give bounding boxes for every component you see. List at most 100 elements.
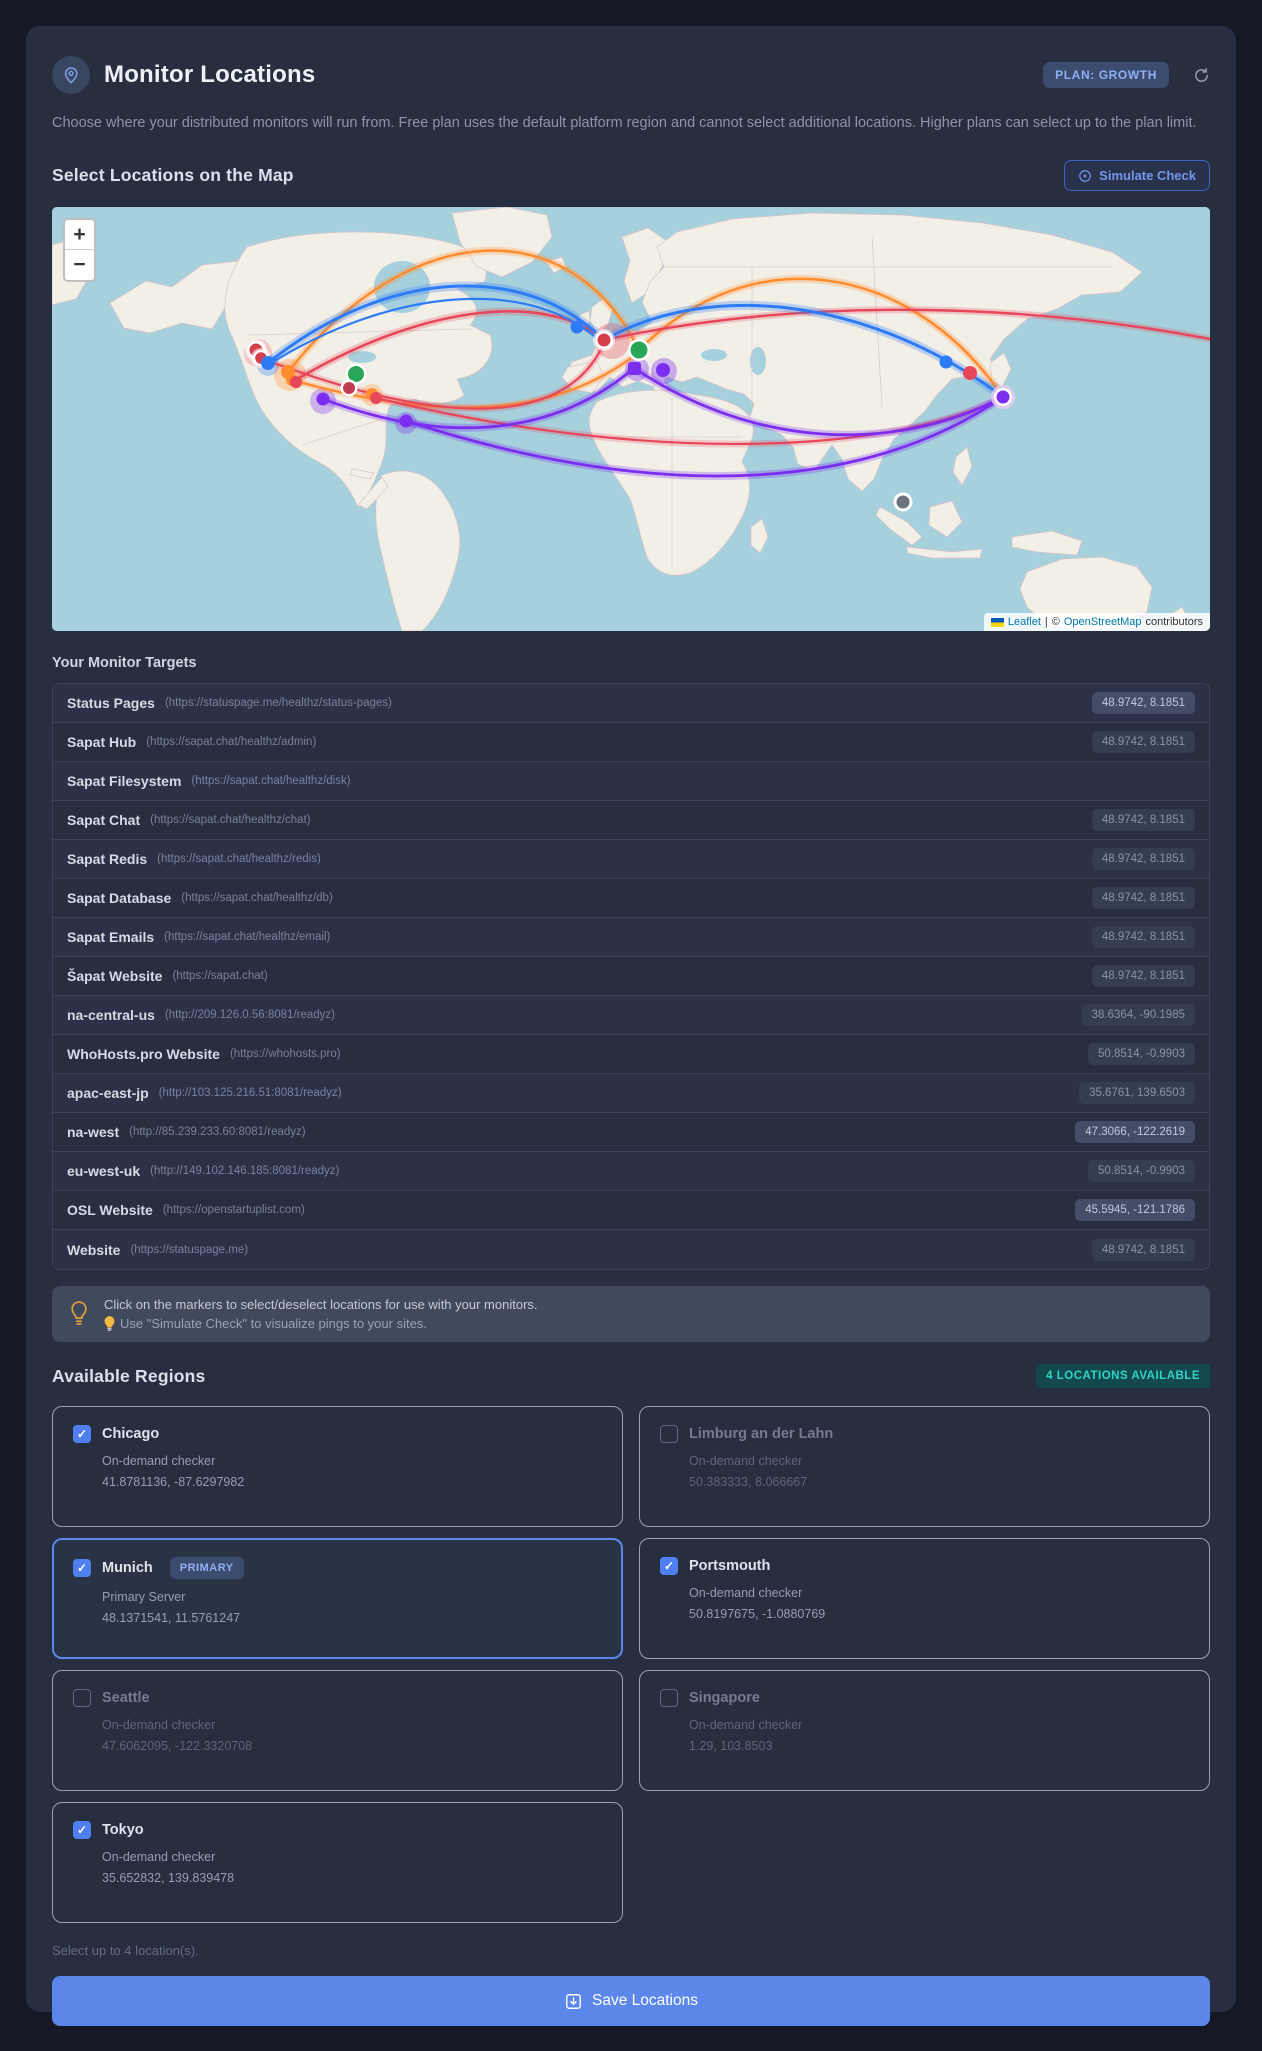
target-name: Sapat Emails: [67, 929, 155, 946]
target-coordinates-badge: 48.9742, 8.1851: [1091, 848, 1195, 871]
marker-munich[interactable]: [628, 339, 650, 362]
map-section-title: Select Locations on the Map: [52, 165, 294, 186]
target-row: apac-east-jp (http://103.125.216.51:8081…: [53, 1074, 1209, 1114]
target-row: Sapat Emails (https://sapat.chat/healthz…: [53, 918, 1209, 958]
region-name: Seattle: [102, 1690, 150, 1707]
bulb-emoji-icon: [104, 1316, 115, 1332]
target-list: Status Pages (https://statuspage.me/heal…: [52, 683, 1210, 1271]
marker-na-west[interactable]: [261, 356, 275, 371]
zoom-in-button[interactable]: +: [65, 220, 94, 251]
region-checkbox[interactable]: ✓: [73, 1425, 91, 1444]
region-card[interactable]: ✓ Munich PRIMARY Primary Server 48.13715…: [52, 1538, 623, 1660]
region-checkbox[interactable]: ✓: [73, 1821, 91, 1840]
marker-red-us[interactable]: [290, 376, 302, 389]
target-url: (http://209.126.0.56:8081/readyz): [164, 1009, 335, 1022]
target-url: (http://85.239.233.60:8081/readyz): [129, 1126, 306, 1139]
marker-singapore[interactable]: [893, 492, 913, 512]
region-checkbox[interactable]: [73, 1689, 91, 1708]
attribution-suffix: contributors: [1145, 616, 1203, 629]
target-name: WhoHosts.pro Website: [67, 1046, 220, 1063]
target-name: Sapat Database: [67, 890, 172, 907]
region-card[interactable]: ✓ Portsmouth On-demand checker 50.819767…: [639, 1538, 1210, 1660]
region-name: Tokyo: [102, 1822, 144, 1839]
target-url: (https://sapat.chat): [172, 970, 268, 983]
header: Monitor Locations PLAN: GROWTH: [52, 56, 1210, 94]
target-coordinates-badge: 48.9742, 8.1851: [1091, 926, 1195, 949]
region-card[interactable]: Limburg an der Lahn On-demand checker 50…: [639, 1406, 1210, 1528]
save-locations-button[interactable]: Save Locations: [52, 1976, 1210, 2027]
target-coordinates-badge: 48.9742, 8.1851: [1091, 731, 1195, 754]
region-name: Chicago: [102, 1426, 160, 1443]
target-url: (https://whohosts.pro): [229, 1048, 341, 1061]
target-url: (https://sapat.chat/healthz/disk): [191, 775, 351, 788]
simulate-check-button[interactable]: Simulate Check: [1064, 160, 1210, 192]
target-coordinates-badge: 48.9742, 8.1851: [1091, 809, 1195, 832]
marker-portsmouth[interactable]: [593, 329, 615, 352]
zoom-out-button[interactable]: −: [65, 250, 94, 281]
marker-blue-atlantic[interactable]: [570, 320, 584, 334]
region-card[interactable]: ✓ Chicago On-demand checker 41.8781136, …: [52, 1406, 623, 1528]
world-map[interactable]: + − Leaflet | © OpenStreetMap contributo…: [52, 207, 1210, 632]
target-row: Sapat Redis (https://sapat.chat/healthz/…: [53, 840, 1209, 880]
region-card[interactable]: Seattle On-demand checker 47.6062095, -1…: [52, 1670, 623, 1792]
target-url: (https://statuspage.me): [130, 1243, 249, 1256]
region-name: Limburg an der Lahn: [689, 1426, 834, 1443]
region-type: On-demand checker: [102, 1454, 216, 1469]
region-name: Portsmouth: [689, 1558, 771, 1575]
marker-purple-eu-2[interactable]: [656, 363, 670, 378]
marker-purple-eu-1[interactable]: [628, 362, 641, 376]
openstreetmap-link[interactable]: OpenStreetMap: [1064, 616, 1142, 628]
tip-line-1: Click on the markers to select/deselect …: [104, 1297, 538, 1313]
tip-box: Click on the markers to select/deselect …: [52, 1286, 1210, 1343]
target-name: Status Pages: [67, 695, 155, 712]
marker-purple-us-2[interactable]: [399, 414, 413, 428]
region-checkbox[interactable]: ✓: [73, 1559, 91, 1578]
attribution-separator: |: [1044, 616, 1048, 629]
marker-tokyo[interactable]: [991, 385, 1015, 410]
ukraine-flag-icon: [990, 617, 1004, 627]
target-coordinates-badge: 35.6761, 139.6503: [1079, 1082, 1195, 1105]
region-type: On-demand checker: [102, 1718, 216, 1733]
selection-limit-note: Select up to 4 location(s).: [52, 1943, 199, 1959]
region-card[interactable]: ✓ Tokyo On-demand checker 35.652832, 139…: [52, 1802, 623, 1924]
target-coordinates-badge: 48.9742, 8.1851: [1091, 965, 1195, 988]
target-name: Sapat Chat: [67, 812, 141, 829]
marker-blue-asia[interactable]: [939, 355, 953, 369]
monitor-locations-panel: Monitor Locations PLAN: GROWTH Choose wh…: [26, 26, 1236, 2027]
location-pin-icon: [52, 56, 90, 94]
page-title: Monitor Locations: [104, 61, 316, 88]
target-url: (https://openstartuplist.com): [162, 1204, 305, 1217]
target-coordinates-badge: 48.9742, 8.1851: [1091, 887, 1195, 910]
target-row: WhoHosts.pro Website (https://whohosts.p…: [53, 1035, 1209, 1075]
marker-purple-us-1[interactable]: [316, 392, 330, 406]
region-checkbox[interactable]: ✓: [660, 1557, 678, 1576]
region-checkbox[interactable]: [660, 1689, 678, 1708]
target-row: Website (https://statuspage.me) 48.9742,…: [53, 1230, 1209, 1270]
region-checkbox[interactable]: [660, 1425, 678, 1444]
region-type: Primary Server: [102, 1590, 186, 1605]
region-type: On-demand checker: [689, 1718, 803, 1733]
target-name: na-central-us: [67, 1007, 155, 1024]
targets-heading: Your Monitor Targets: [52, 655, 197, 672]
target-url: (https://sapat.chat/healthz/db): [181, 892, 333, 905]
marker-na-central[interactable]: [340, 379, 358, 397]
marker-red-us-2[interactable]: [370, 392, 382, 405]
region-grid: ✓ Chicago On-demand checker 41.8781136, …: [52, 1406, 1210, 1924]
primary-badge: PRIMARY: [169, 1557, 244, 1580]
target-row: Sapat Chat (https://sapat.chat/healthz/c…: [53, 801, 1209, 841]
map-zoom-control: + −: [63, 218, 96, 283]
leaflet-link[interactable]: Leaflet: [1008, 616, 1041, 628]
region-card[interactable]: Singapore On-demand checker 1.29, 103.85…: [639, 1670, 1210, 1792]
region-type: On-demand checker: [102, 1850, 216, 1865]
target-coordinates-badge: 50.8514, -0.9903: [1088, 1160, 1195, 1183]
refresh-icon[interactable]: [1193, 67, 1210, 84]
target-name: OSL Website: [67, 1202, 153, 1219]
lightbulb-icon: [68, 1299, 90, 1329]
target-name: Sapat Filesystem: [67, 773, 182, 790]
plan-badge: PLAN: GROWTH: [1043, 62, 1169, 88]
marker-red-asia[interactable]: [963, 366, 977, 381]
target-row: Sapat Filesystem (https://sapat.chat/hea…: [53, 762, 1209, 802]
tip-line-2-text: Use "Simulate Check" to visualize pings …: [120, 1316, 427, 1332]
region-type: On-demand checker: [689, 1454, 803, 1469]
target-coordinates-badge: 45.5945, -121.1786: [1075, 1199, 1195, 1222]
